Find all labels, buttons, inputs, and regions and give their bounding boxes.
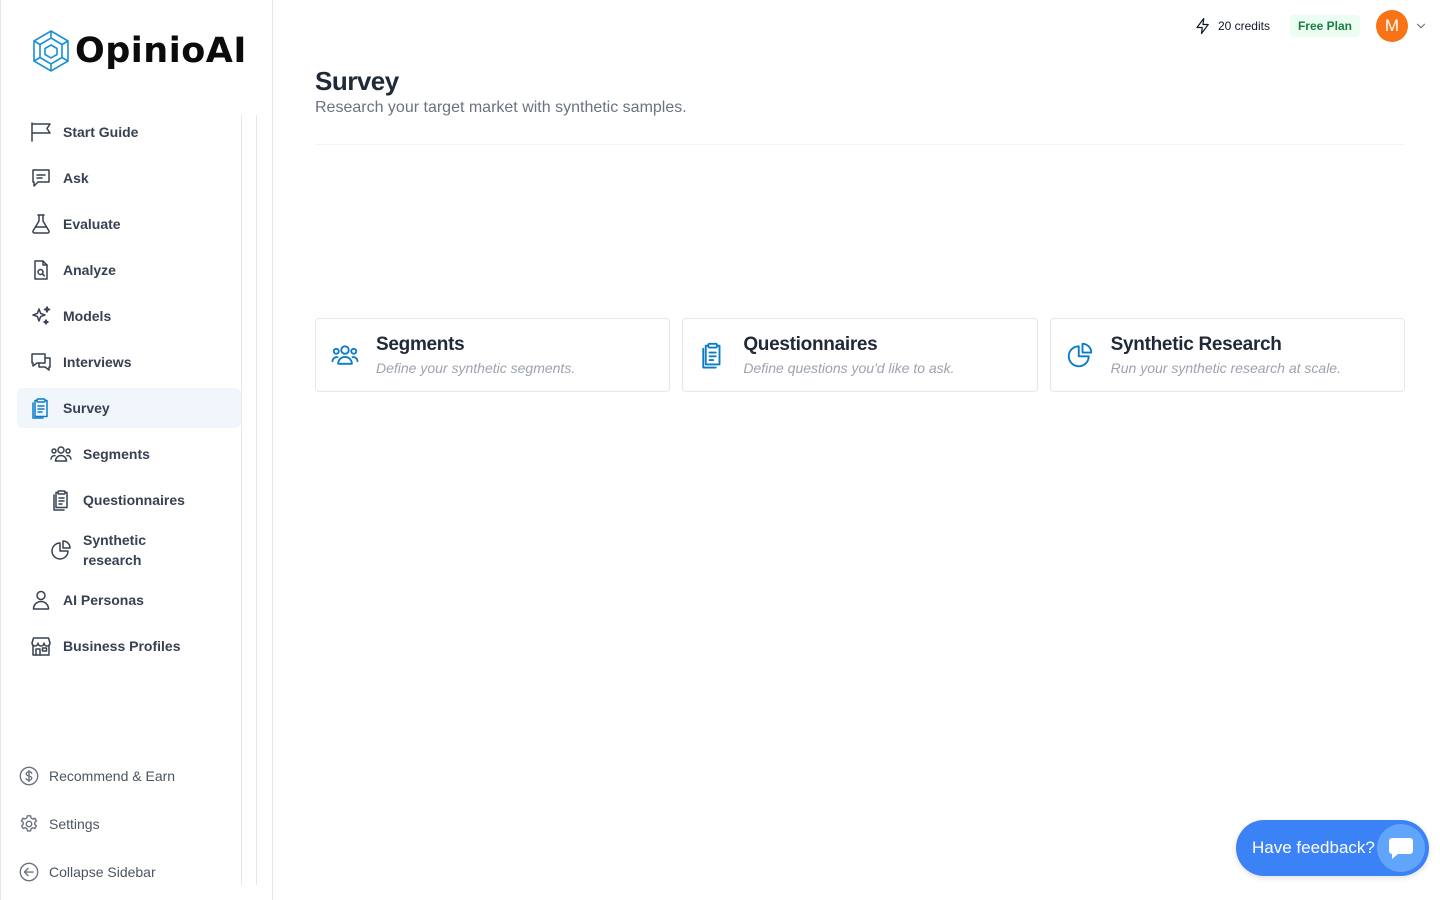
card-description: Run your synthetic research at scale. — [1110, 360, 1341, 376]
sidebar-item-label: Synthetic research — [83, 532, 147, 568]
logo-mark-icon — [33, 30, 69, 72]
feedback-button[interactable]: Have feedback? — [1236, 820, 1429, 876]
sidebar-item-label: Interviews — [63, 354, 132, 370]
sidebar-item-label: Questionnaires — [83, 492, 185, 508]
bottom-link-label: Recommend & Earn — [49, 768, 176, 784]
page-title: Survey — [315, 66, 399, 96]
storefront-icon — [29, 634, 53, 658]
document-search-icon — [29, 258, 53, 282]
pie-chart-icon — [1064, 339, 1096, 371]
chevron-down-icon[interactable] — [1414, 19, 1428, 33]
chat-icon — [29, 166, 53, 190]
top-bar: 20 credits Free Plan M — [1194, 10, 1428, 42]
sidebar-item-label: Segments — [83, 446, 150, 462]
avatar[interactable]: M — [1376, 10, 1408, 42]
user-icon — [29, 588, 53, 612]
chat-bubbles-icon — [29, 350, 53, 374]
sidebar-nav: Start Guide Ask Evaluate Analyze Models — [17, 112, 241, 672]
app-logo[interactable]: OpinioAI — [31, 28, 247, 74]
sidebar-item-business-profiles[interactable]: Business Profiles — [17, 626, 241, 666]
sidebar-item-evaluate[interactable]: Evaluate — [17, 204, 241, 244]
sidebar-item-label: Evaluate — [63, 216, 121, 232]
page-subtitle: Research your target market with synthet… — [315, 99, 687, 116]
sidebar-item-label: Start Guide — [63, 124, 139, 140]
settings-link[interactable]: Settings — [18, 808, 238, 840]
sidebar-item-ai-personas[interactable]: AI Personas — [17, 580, 241, 620]
plan-badge[interactable]: Free Plan — [1289, 15, 1360, 37]
feedback-label: Have feedback? — [1252, 838, 1375, 857]
clipboard-icon — [29, 396, 53, 420]
sidebar-item-questionnaires[interactable]: Questionnaires — [17, 480, 241, 520]
sidebar-item-models[interactable]: Models — [17, 296, 241, 336]
flask-icon — [29, 212, 53, 236]
card-description: Define questions you'd like to ask. — [743, 360, 955, 376]
sidebar-item-analyze[interactable]: Analyze — [17, 250, 241, 290]
card-segments[interactable]: Segments Define your synthetic segments. — [315, 318, 671, 392]
sidebar-item-interviews[interactable]: Interviews — [17, 342, 241, 382]
card-title: Synthetic Research — [1110, 334, 1282, 355]
flag-icon — [29, 120, 53, 144]
sidebar-item-label: Ask — [63, 170, 89, 186]
sidebar-item-segments[interactable]: Segments — [17, 434, 241, 474]
card-text: Segments Define your synthetic segments. — [376, 334, 575, 376]
lightning-icon — [1196, 17, 1209, 35]
clipboard-list-icon — [49, 488, 73, 512]
sidebar-edge — [0, 0, 1, 900]
sidebar-bottom-links: Recommend & Earn Settings Collapse Sideb… — [18, 760, 238, 900]
credits-text: 20 credits — [1217, 19, 1270, 33]
sidebar: OpinioAI Start Guide Ask Evaluate Analyz… — [0, 0, 273, 900]
card-title: Questionnaires — [743, 334, 878, 355]
dollar-circle-icon — [18, 765, 40, 787]
survey-cards: Segments Define your synthetic segments.… — [315, 318, 1405, 392]
card-title: Segments — [376, 334, 465, 355]
card-text: Synthetic Research Run your synthetic re… — [1111, 334, 1341, 376]
sidebar-item-label: Business Profiles — [63, 638, 181, 654]
sidebar-item-survey[interactable]: Survey — [17, 388, 241, 428]
gear-icon — [18, 813, 40, 835]
speech-bubble-icon — [1377, 824, 1425, 872]
pie-chart-icon — [49, 538, 73, 562]
sidebar-item-label: Models — [63, 308, 112, 324]
sidebar-item-label: Survey — [63, 400, 110, 416]
sidebar-item-start-guide[interactable]: Start Guide — [17, 112, 241, 152]
header-divider — [315, 144, 1405, 145]
clipboard-list-icon — [696, 339, 728, 371]
sparkles-icon — [29, 304, 53, 328]
card-questionnaires[interactable]: Questionnaires Define questions you'd li… — [682, 318, 1038, 392]
recommend-earn-link[interactable]: Recommend & Earn — [18, 760, 238, 792]
collapse-sidebar-button[interactable]: Collapse Sidebar — [18, 856, 238, 888]
card-description: Define your synthetic segments. — [376, 360, 576, 376]
users-icon — [329, 339, 361, 371]
sidebar-item-ask[interactable]: Ask — [17, 158, 241, 198]
sidebar-item-label: AI Personas — [63, 592, 144, 608]
app-name: OpinioAI — [75, 31, 247, 71]
arrow-left-circle-icon — [18, 861, 40, 883]
credits-indicator[interactable]: 20 credits — [1194, 17, 1270, 35]
users-icon — [49, 442, 73, 466]
sidebar-item-synthetic-research[interactable]: Synthetic research — [17, 526, 241, 574]
sidebar-scrollbar[interactable] — [241, 115, 257, 885]
bottom-link-label: Settings — [49, 816, 100, 832]
card-synthetic-research[interactable]: Synthetic Research Run your synthetic re… — [1049, 318, 1405, 392]
bottom-link-label: Collapse Sidebar — [49, 864, 156, 880]
sidebar-item-label: Analyze — [63, 262, 116, 278]
card-text: Questionnaires Define questions you'd li… — [743, 334, 954, 376]
